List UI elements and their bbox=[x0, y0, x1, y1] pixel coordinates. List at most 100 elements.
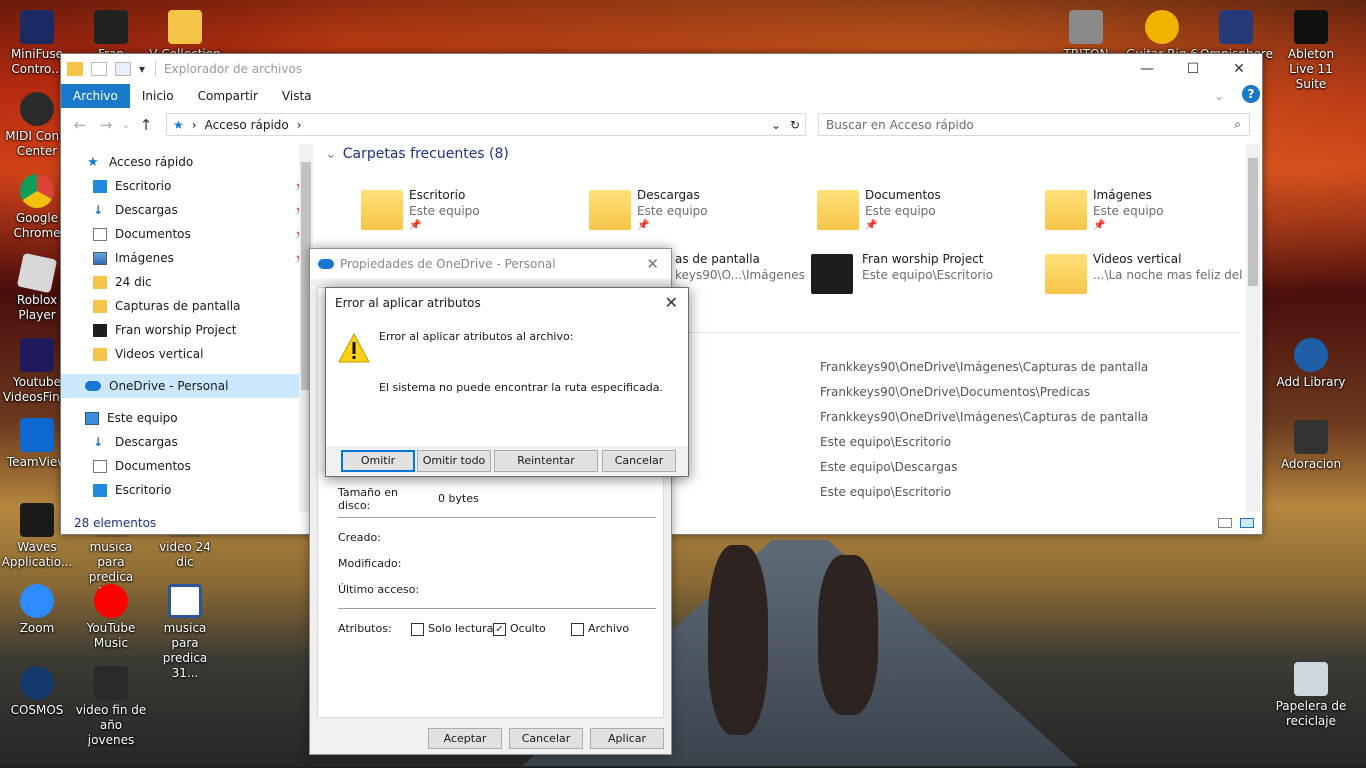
nav-item-pc-escritorio[interactable]: Escritorio bbox=[61, 478, 313, 502]
address-bar[interactable]: ★ › Acceso rápido › ⌄ ↻ bbox=[166, 113, 806, 136]
recent-locations-icon[interactable]: ⌄ bbox=[119, 120, 133, 131]
folder-tile-documentos[interactable]: Documentos Este equipo 📌 bbox=[817, 186, 1045, 238]
recent-file-path[interactable]: Este equipo\Escritorio bbox=[820, 485, 951, 499]
tab-vista[interactable]: Vista bbox=[270, 84, 324, 108]
checkbox-checked[interactable]: ✓ bbox=[493, 622, 506, 636]
folder-tile-videos-vertical[interactable]: Videos vertical ...\La noche mas feliz de… bbox=[1045, 250, 1273, 302]
nav-item-capturas[interactable]: Capturas de pantalla bbox=[61, 294, 313, 318]
nav-item-24-dic[interactable]: 24 dic bbox=[61, 270, 313, 294]
maximize-button[interactable]: ☐ bbox=[1170, 54, 1216, 84]
properties-quick-icon[interactable] bbox=[91, 62, 107, 76]
folder-tile-descargas[interactable]: Descargas Este equipo 📌 bbox=[589, 186, 817, 238]
back-arrow-icon[interactable]: ← bbox=[67, 116, 93, 134]
customize-quick-access-icon[interactable]: ▾ bbox=[139, 62, 145, 76]
recent-file-path[interactable]: Frankkeys90\OneDrive\Imágenes\Capturas d… bbox=[820, 360, 1148, 374]
hidden-checkbox[interactable]: ✓ Oculto bbox=[493, 622, 546, 636]
skip-button[interactable]: Omitir bbox=[341, 450, 415, 472]
folder-tile-imagenes[interactable]: Imágenes Este equipo 📌 bbox=[1045, 186, 1273, 238]
help-icon[interactable]: ? bbox=[1242, 85, 1260, 103]
desktop-icon-youtube-music[interactable]: YouTube Music bbox=[75, 584, 147, 651]
accessed-label: Último acceso: bbox=[338, 583, 420, 596]
error-cancel-button[interactable]: Cancelar bbox=[602, 450, 676, 472]
project-folder-icon bbox=[811, 254, 853, 294]
recent-file-path[interactable]: Frankkeys90\OneDrive\Imágenes\Capturas d… bbox=[820, 410, 1148, 424]
recent-file-path[interactable]: Frankkeys90\OneDrive\Documentos\Predicas bbox=[820, 385, 1090, 399]
recent-file-path[interactable]: Este equipo\Descargas bbox=[820, 460, 957, 474]
checkbox-unchecked[interactable] bbox=[571, 622, 584, 636]
guitar-rig-icon bbox=[1145, 10, 1179, 44]
recent-file-path[interactable]: Este equipo\Escritorio bbox=[820, 435, 951, 449]
properties-close-button[interactable]: ✕ bbox=[646, 255, 659, 273]
download-folder-icon bbox=[589, 190, 631, 230]
ok-button[interactable]: Aceptar bbox=[428, 728, 502, 749]
pin-icon: 📌 bbox=[1093, 220, 1106, 231]
tab-archivo[interactable]: Archivo bbox=[61, 84, 130, 108]
forward-arrow-icon[interactable]: → bbox=[93, 116, 119, 134]
nav-item-este-equipo[interactable]: Este equipo bbox=[61, 406, 313, 430]
desktop-icon-word-predica[interactable]: musica para predica 31... bbox=[149, 584, 221, 681]
nav-item-acceso-rapido[interactable]: ★ Acceso rápido bbox=[61, 150, 313, 174]
desktop-icon-recycle-bin[interactable]: Papelera de reciclaje bbox=[1275, 662, 1347, 729]
new-folder-quick-icon[interactable] bbox=[115, 62, 131, 76]
pin-icon: 📌 bbox=[637, 220, 650, 231]
frequent-folders-header[interactable]: ⌄ Carpetas frecuentes (8) bbox=[317, 142, 1241, 166]
content-scrollbar[interactable] bbox=[1246, 144, 1260, 512]
roblox-icon bbox=[16, 252, 58, 294]
nav-item-documentos[interactable]: Documentos📌 bbox=[61, 222, 313, 246]
ableton-icon bbox=[1294, 10, 1328, 44]
folder-tile-escritorio[interactable]: Escritorio Este equipo 📌 bbox=[361, 186, 589, 238]
folder-icon bbox=[93, 275, 107, 289]
large-icons-view-icon[interactable] bbox=[1240, 518, 1254, 528]
minifuse-icon bbox=[20, 10, 54, 44]
archive-checkbox[interactable]: Archivo bbox=[571, 622, 629, 636]
divider bbox=[338, 517, 656, 518]
nav-item-imagenes[interactable]: Imágenes📌 bbox=[61, 246, 313, 270]
desktop-icon-zoom[interactable]: Zoom bbox=[1, 584, 73, 636]
tab-compartir[interactable]: Compartir bbox=[186, 84, 270, 108]
download-icon: ↓ bbox=[93, 434, 104, 449]
details-view-icon[interactable] bbox=[1218, 518, 1232, 528]
titlebar-divider bbox=[155, 61, 157, 77]
breadcrumb-acceso-rapido[interactable]: Acceso rápido bbox=[205, 118, 289, 132]
desktop-folder-icon bbox=[93, 179, 107, 193]
nav-item-onedrive[interactable]: OneDrive - Personal bbox=[61, 374, 313, 398]
nav-item-pc-descargas[interactable]: ↓ Descargas bbox=[61, 430, 313, 454]
checkbox-unchecked[interactable] bbox=[411, 622, 424, 636]
address-dropdown-icon[interactable]: ⌄ bbox=[771, 118, 781, 132]
error-dialog: Error al aplicar atributos ✕ Error al ap… bbox=[325, 287, 689, 477]
nav-item-escritorio[interactable]: Escritorio📌 bbox=[61, 174, 313, 198]
cancel-button[interactable]: Cancelar bbox=[509, 728, 583, 749]
search-placeholder: Buscar en Acceso rápido bbox=[826, 117, 974, 132]
status-item-count: 28 elementos bbox=[74, 516, 157, 530]
content-scroll-thumb[interactable] bbox=[1248, 158, 1258, 286]
minimize-button[interactable]: — bbox=[1124, 54, 1170, 84]
expand-ribbon-icon[interactable]: ⌄ bbox=[1202, 84, 1236, 108]
desktop-icon-adoracion[interactable]: Adoracion bbox=[1275, 420, 1347, 472]
omnisphere-icon bbox=[1219, 10, 1253, 44]
nav-item-descargas[interactable]: ↓Descargas📌 bbox=[61, 198, 313, 222]
download-icon: ↓ bbox=[93, 202, 104, 217]
error-close-button[interactable]: ✕ bbox=[665, 293, 678, 312]
nav-item-videos-vertical[interactable]: Videos vertical bbox=[61, 342, 313, 366]
error-detail: El sistema no puede encontrar la ruta es… bbox=[379, 381, 663, 394]
window-title: Explorador de archivos bbox=[164, 62, 303, 76]
readonly-checkbox[interactable]: Solo lectura bbox=[411, 622, 493, 636]
desktop-icon-video-fin-ano[interactable]: video fin de año jovenes bbox=[75, 666, 147, 748]
close-button[interactable]: ✕ bbox=[1216, 54, 1262, 84]
refresh-icon[interactable]: ↻ bbox=[790, 118, 800, 132]
retry-button[interactable]: Reintentar bbox=[494, 450, 598, 472]
desktop-icon-ableton[interactable]: Ableton Live 11 Suite bbox=[1275, 10, 1347, 92]
search-input[interactable]: Buscar en Acceso rápido ⌕ bbox=[818, 113, 1250, 136]
up-arrow-icon[interactable]: ↑ bbox=[133, 116, 159, 134]
skip-all-button[interactable]: Omitir todo bbox=[417, 450, 491, 472]
nav-item-fran-worship[interactable]: Fran worship Project bbox=[61, 318, 313, 342]
tab-inicio[interactable]: Inicio bbox=[130, 84, 186, 108]
nav-item-pc-documentos[interactable]: Documentos bbox=[61, 454, 313, 478]
folder-tile-fran-worship[interactable]: Fran worship Project Este equipo\Escritor… bbox=[811, 250, 1039, 302]
apply-button[interactable]: Aplicar bbox=[590, 728, 664, 749]
desktop-icon-cosmos[interactable]: COSMOS bbox=[1, 666, 73, 718]
recycle-bin-icon bbox=[1294, 662, 1328, 696]
desktop-icon-add-library[interactable]: Add Library bbox=[1275, 338, 1347, 390]
youtube-music-icon bbox=[94, 584, 128, 618]
cosmos-icon bbox=[20, 666, 54, 700]
